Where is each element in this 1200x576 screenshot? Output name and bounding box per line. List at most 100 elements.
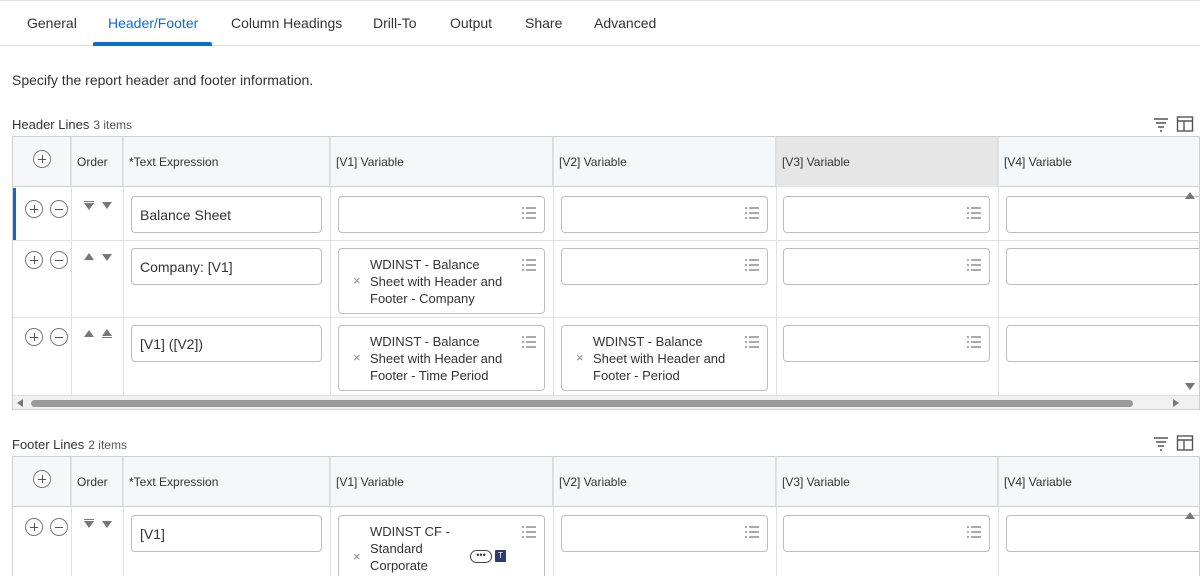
selected-variable: WDINST - Balance Sheet with Header and F… (593, 334, 726, 383)
table-row[interactable]: × WDINST - Balance Sheet with Header and… (13, 241, 1199, 318)
tab-advanced[interactable]: Advanced (594, 15, 656, 31)
column-header-order: Order (71, 137, 123, 187)
insert-row-button[interactable] (25, 518, 43, 536)
scroll-left-icon[interactable] (17, 399, 23, 407)
remove-row-button[interactable] (50, 518, 68, 536)
text-expression-input[interactable] (131, 248, 322, 285)
v2-variable-prompt[interactable] (561, 248, 768, 285)
tab-share[interactable]: Share (525, 15, 562, 31)
v1-variable-prompt[interactable]: × WDINST - Balance Sheet with Header and… (338, 325, 545, 391)
table-layout-icon[interactable] (1176, 115, 1194, 133)
text-expression-input[interactable] (131, 515, 322, 552)
move-down-icon[interactable] (102, 202, 112, 209)
list-icon[interactable] (967, 259, 981, 271)
footer-lines-count: 2 items (88, 438, 127, 452)
list-icon[interactable] (967, 336, 981, 348)
move-to-top-icon[interactable] (102, 329, 112, 336)
v3-variable-prompt[interactable] (783, 196, 990, 233)
header-lines-title: Header Lines 3 items (12, 117, 132, 132)
move-down-icon[interactable] (102, 521, 112, 528)
remove-selection-icon[interactable]: × (353, 273, 361, 288)
remove-row-button[interactable] (50, 328, 68, 346)
related-actions-button[interactable]: ••• (470, 550, 492, 563)
header-lines-count: 3 items (93, 118, 133, 132)
v2-variable-prompt[interactable]: × WDINST - Balance Sheet with Header and… (561, 325, 768, 391)
header-grid-column-headers: Order *Text Expression [V1] Variable [V2… (13, 137, 1199, 187)
selected-variable: WDINST - Balance Sheet with Header and F… (370, 334, 503, 383)
v2-variable-prompt[interactable] (561, 515, 768, 552)
v3-variable-prompt[interactable] (783, 248, 990, 285)
list-icon[interactable] (745, 207, 759, 219)
header-add-column (13, 457, 71, 507)
remove-row-button[interactable] (50, 251, 68, 269)
scroll-up-icon[interactable] (1185, 512, 1195, 519)
move-up-icon[interactable] (84, 330, 94, 337)
tab-drill-to[interactable]: Drill-To (373, 15, 417, 31)
remove-selection-icon[interactable]: × (353, 549, 361, 564)
list-icon[interactable] (745, 336, 759, 348)
horizontal-scrollbar[interactable] (13, 395, 1199, 409)
column-header-text-expression: *Text Expression (123, 457, 330, 507)
v2-variable-prompt[interactable] (561, 196, 768, 233)
column-header-v1-variable: [V1] Variable (330, 137, 553, 187)
list-icon[interactable] (745, 526, 759, 538)
move-down-icon[interactable] (102, 254, 112, 261)
remove-row-button[interactable] (50, 200, 68, 218)
v4-variable-prompt[interactable] (1006, 248, 1199, 285)
text-expression-input[interactable] (131, 196, 322, 233)
header-lines-label: Header Lines (12, 117, 90, 132)
move-to-bottom-icon[interactable] (84, 521, 94, 528)
v3-variable-prompt[interactable] (783, 515, 990, 552)
list-icon[interactable] (522, 207, 536, 219)
scroll-right-icon[interactable] (1173, 399, 1179, 407)
tab-output[interactable]: Output (450, 15, 492, 31)
list-icon[interactable] (522, 336, 536, 348)
scroll-up-icon[interactable] (1185, 192, 1195, 199)
column-header-v4-variable: [V4] Variable (1004, 475, 1072, 489)
list-icon[interactable] (522, 259, 536, 271)
v1-variable-prompt[interactable]: × WDINST - Balance Sheet with Header and… (338, 248, 545, 314)
move-to-bottom-icon[interactable] (84, 203, 94, 210)
v4-variable-prompt[interactable] (1006, 325, 1199, 362)
active-tab-indicator (93, 42, 212, 46)
tab-column-headings[interactable]: Column Headings (231, 15, 342, 31)
scrollbar-thumb[interactable] (31, 400, 1133, 407)
footer-lines-label: Footer Lines (12, 437, 85, 452)
table-row[interactable]: × WDINST - Balance Sheet with Header and… (13, 318, 1199, 397)
column-header-v4-variable: [V4] Variable (1004, 155, 1072, 169)
column-header-v1-variable: [V1] Variable (330, 457, 553, 507)
tab-bar: General Header/Footer Column Headings Dr… (0, 0, 1200, 46)
table-row[interactable] (13, 188, 1199, 241)
add-row-button[interactable] (33, 150, 51, 168)
v4-variable-prompt[interactable] (1006, 515, 1199, 552)
v1-variable-prompt[interactable]: × WDINST CF - Standard Corporate ••• T (338, 515, 545, 576)
filter-icon[interactable] (1152, 115, 1170, 133)
list-icon[interactable] (967, 526, 981, 538)
tab-general[interactable]: General (27, 15, 77, 31)
list-icon[interactable] (967, 207, 981, 219)
text-expression-input[interactable] (131, 325, 322, 362)
v4-variable-prompt[interactable] (1006, 196, 1199, 233)
footer-lines-title: Footer Lines 2 items (12, 437, 127, 452)
table-layout-icon[interactable] (1176, 434, 1194, 452)
column-header-v3-variable: [V3] Variable (776, 137, 998, 187)
move-up-icon[interactable] (84, 253, 94, 260)
insert-row-button[interactable] (25, 328, 43, 346)
table-row[interactable]: × WDINST CF - Standard Corporate ••• T (13, 508, 1199, 576)
scroll-down-icon[interactable] (1185, 383, 1195, 390)
column-header-v2-variable: [V2] Variable (553, 137, 776, 187)
list-icon[interactable] (522, 526, 536, 538)
list-icon[interactable] (745, 259, 759, 271)
footer-lines-grid: Order *Text Expression [V1] Variable [V2… (12, 456, 1200, 576)
tab-header-footer[interactable]: Header/Footer (108, 15, 198, 31)
insert-row-button[interactable] (25, 251, 43, 269)
insert-row-button[interactable] (25, 200, 43, 218)
v1-variable-prompt[interactable] (338, 196, 545, 233)
add-row-button[interactable] (33, 470, 51, 488)
remove-selection-icon[interactable]: × (353, 350, 361, 365)
filter-icon[interactable] (1152, 434, 1170, 452)
footer-grid-tools (1152, 434, 1194, 452)
v3-variable-prompt[interactable] (783, 325, 990, 362)
remove-selection-icon[interactable]: × (576, 350, 584, 365)
footer-grid-column-headers: Order *Text Expression [V1] Variable [V2… (13, 457, 1199, 507)
